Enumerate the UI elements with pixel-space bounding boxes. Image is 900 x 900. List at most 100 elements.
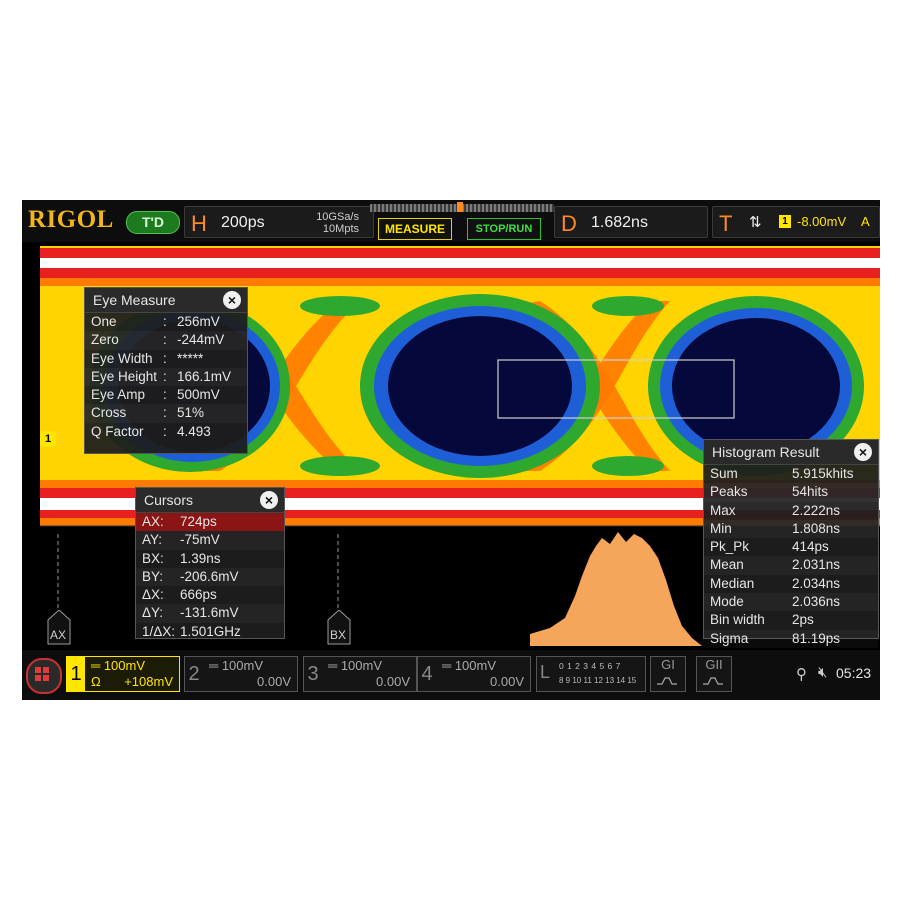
table-row: Pk_Pk 414ps [704,538,878,556]
channel-2-offset: 0.00V [257,674,291,689]
trigger-box[interactable]: T ⇅ 1 -8.00mV A [712,206,880,238]
channel-3-scale: ═ 100mV [328,658,383,673]
histogram-title: Histogram Result [704,440,878,465]
cursor-a-label: AX [50,628,67,642]
trigger-source: 1 [779,215,791,228]
top-status-bar: RIGOL T'D H 200ps 10GSa/s 10Mpts MEASURE… [22,200,880,242]
cursors-rows: AX: 724ps AY: -75mV BX: 1.39ns BY: -206.6mV ΔX: 6… [136,513,284,641]
histogram-rows: Sum 5.915khits Peaks 54hits Max 2.222ns Min 1.8… [704,465,878,648]
trigger-status-badge[interactable]: T'D [126,211,180,234]
cursor-b-label: BX [330,628,347,642]
trigger-label: T [719,211,733,236]
table-row: Eye Width: ***** [85,350,247,368]
usb-icon: ⚲ [796,666,807,683]
row-separator: : [163,332,167,348]
close-icon[interactable]: × [854,443,872,461]
close-icon[interactable]: × [223,291,241,309]
logic-channels-low: 0 1 2 3 4 5 6 7 [559,661,621,671]
eye-measure-rows: One:256mV Zero: -244mV Eye Width: ***** Eye H… [85,313,247,441]
row-value: -244mV [177,332,225,348]
home-menu-button[interactable] [26,658,62,694]
row-label: Sigma [710,630,749,646]
rigol-logo: RIGOL [28,206,114,233]
channel-1-offset: +108mV [124,674,173,689]
table-row: Max 2.222ns [704,502,878,520]
channel-1-offset-marker[interactable]: 1 [40,431,56,447]
row-separator: : [163,314,167,329]
channel-2-box[interactable]: 2 ═ 100mV 0.00V [184,656,298,692]
row-label: Eye Width [91,350,153,366]
table-row: AX: 724ps [136,513,284,532]
row-value: 5.915khits [792,466,854,481]
channel-3-box[interactable]: 3 ═ 100mV 0.00V [303,656,417,692]
logic-label: L [540,662,551,682]
table-row: Eye Amp:500mV [85,386,247,404]
table-row: BX: 1.39ns [136,550,284,568]
row-value: 2.031ns [792,557,841,573]
channel-1-box[interactable]: 1 ═ 100mV Ω +108mV [66,656,180,692]
logic-channels-high: 8 9 10 11 12 13 14 15 [559,676,637,685]
trigger-mode: A [861,214,870,229]
row-value: 51% [177,405,205,421]
table-row: Eye Height:166.1mV [85,367,247,387]
horizontal-timebase-box[interactable]: H 200ps 10GSa/s 10Mpts [184,206,374,238]
table-row: 1/ΔX: 1.501GHz [136,623,284,641]
channel-2-scale: ═ 100mV [209,658,264,673]
table-row: Peaks 54hits [704,483,878,502]
measure-button[interactable]: MEASURE [378,218,452,240]
row-value: ***** [177,350,204,366]
row-label: 1/ΔX: [142,623,176,639]
channel-4-scale: ═ 100mV [442,658,497,673]
table-row: Bin width 2ps [704,611,878,629]
cursors-panel[interactable]: Cursors × AX: 724ps AY: -75mV BX: 1.39ns BY: -2… [135,487,285,639]
row-label: Eye Amp [91,387,146,403]
row-value: -206.6mV [180,568,239,584]
table-row: ΔY: -131.6mV [136,604,284,623]
logic-analyzer-box[interactable]: L 0 1 2 3 4 5 6 7 8 9 10 11 12 13 14 15 [536,656,646,692]
row-label: Mean [710,557,744,573]
channel-4-offset: 0.00V [490,674,524,689]
acquisition-info: 10GSa/s 10Mpts [303,211,359,235]
row-label: ΔY: [142,605,164,621]
table-row: ΔX: 666ps [136,586,284,604]
stop-run-button[interactable]: STOP/RUN [467,218,541,240]
row-label: Max [710,502,736,518]
row-value: 256mV [177,314,220,329]
rising-falling-edge-icon: ⇅ [749,214,762,231]
row-value: -75mV [180,532,220,548]
channel-1-coupling: Ω [91,674,101,689]
speaker-muted-icon[interactable]: 🔇︎ [818,664,827,681]
channel-1-number: 1 [67,657,85,691]
eye-measure-panel[interactable]: Eye Measure × One:256mV Zero: -244mV Eye Wi… [84,287,248,454]
delay-value: 1.682ns [591,214,648,231]
row-value: 1.501GHz [180,623,241,639]
row-label: BY: [142,568,164,584]
delay-box[interactable]: D 1.682ns [554,206,708,238]
row-label: Q Factor [91,423,144,439]
row-value: 2.036ns [792,594,841,610]
row-separator: : [163,350,167,366]
row-value: 724ps [180,514,217,529]
sample-rate: 10GSa/s [316,211,359,223]
channel-4-number: 4 [421,663,433,685]
row-label: Median [710,575,755,591]
row-label: Sum [710,466,738,481]
row-value: 54hits [792,484,829,500]
bus-1-button[interactable]: GI [650,656,686,692]
trigger-position-marker [457,202,463,212]
histogram-result-panel[interactable]: Histogram Result × Sum 5.915khits Peaks 54h… [703,439,879,648]
row-value: 1.808ns [792,520,841,536]
bus-2-button[interactable]: GII [696,656,732,692]
row-label: Mode [710,594,744,610]
channel-4-box[interactable]: 4 ═ 100mV 0.00V [417,656,531,692]
row-separator: : [163,405,167,421]
table-row: Min 1.808ns [704,519,878,539]
bus-1-label: GI [661,657,675,672]
table-row: Mean 2.031ns [704,556,878,575]
row-value: 4.493 [177,423,211,439]
row-label: BX: [142,550,164,566]
row-value: 166.1mV [177,368,232,384]
table-row: BY: -206.6mV [136,567,284,587]
close-icon[interactable]: × [260,491,278,509]
row-label: AX: [142,514,164,529]
